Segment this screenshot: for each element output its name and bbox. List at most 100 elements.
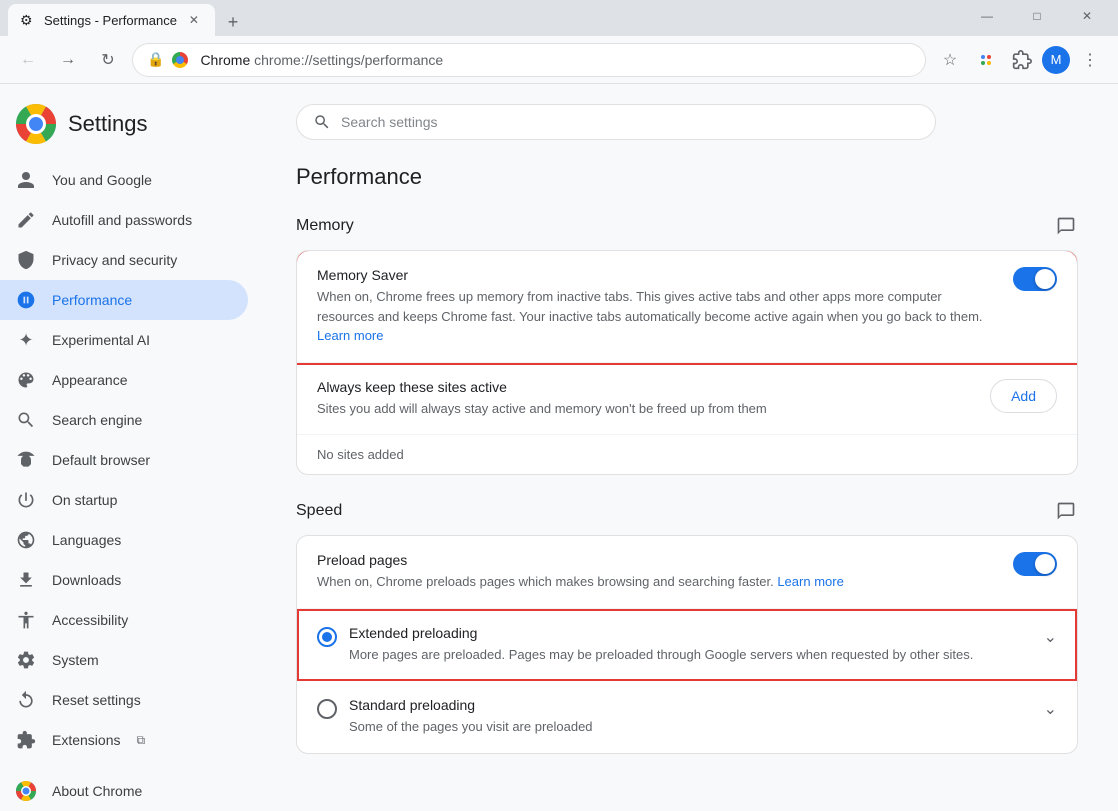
standard-preloading-radio[interactable] <box>317 699 337 719</box>
forward-button[interactable]: → <box>52 44 84 76</box>
menu-button[interactable]: ⋮ <box>1074 44 1106 76</box>
gauge-icon <box>16 290 36 310</box>
memory-saver-desc: When on, Chrome frees up memory from ina… <box>317 287 997 346</box>
sidebar-item-you-google[interactable]: You and Google <box>0 160 248 200</box>
memory-saver-learn-more[interactable]: Learn more <box>317 328 383 343</box>
profile-icon[interactable]: M <box>1042 46 1070 74</box>
sidebar-label-performance: Performance <box>52 292 132 308</box>
address-path: chrome://settings/performance <box>254 52 443 68</box>
maximize-button[interactable]: □ <box>1014 0 1060 32</box>
accessibility-icon <box>16 610 36 630</box>
extensions-button[interactable] <box>1006 44 1038 76</box>
sidebar-item-search[interactable]: Search engine <box>0 400 248 440</box>
reset-icon <box>16 690 36 710</box>
sidebar-item-default-browser[interactable]: Default browser <box>0 440 248 480</box>
sidebar-label-on-startup: On startup <box>52 492 117 508</box>
sidebar-item-performance[interactable]: Performance <box>0 280 248 320</box>
chrome-logo <box>16 104 56 144</box>
extended-preloading-desc: More pages are preloaded. Pages may be p… <box>349 645 1032 665</box>
search-icon <box>16 410 36 430</box>
sidebar-item-appearance[interactable]: Appearance <box>0 360 248 400</box>
memory-saver-title: Memory Saver <box>317 267 997 283</box>
search-bar[interactable]: Search settings <box>296 104 936 140</box>
google-apps-button[interactable] <box>970 44 1002 76</box>
sidebar-label-reset: Reset settings <box>52 692 141 708</box>
close-button[interactable]: ✕ <box>1064 0 1110 32</box>
sidebar-item-experimental[interactable]: ✦ Experimental AI <box>0 320 248 360</box>
sidebar-label-system: System <box>52 652 99 668</box>
standard-preloading-text: Standard preloading Some of the pages yo… <box>349 697 1032 737</box>
sidebar-item-system[interactable]: System <box>0 640 248 680</box>
reload-button[interactable]: ↻ <box>92 44 124 76</box>
sidebar-label-you-google: You and Google <box>52 172 152 188</box>
add-sites-button[interactable]: Add <box>990 379 1057 413</box>
address-origin: Chrome <box>200 52 250 68</box>
palette-icon <box>16 370 36 390</box>
lock-icon: 🔒 <box>147 51 164 68</box>
preload-learn-more[interactable]: Learn more <box>777 574 843 589</box>
active-tab[interactable]: ⚙ Settings - Performance ✕ <box>8 4 215 36</box>
chrome-icon-sidebar <box>16 781 36 801</box>
globe-icon <box>16 530 36 550</box>
preload-toggle[interactable] <box>1013 552 1057 576</box>
standard-chevron-icon[interactable]: ⌄ <box>1044 699 1057 719</box>
sidebar-item-on-startup[interactable]: On startup <box>0 480 248 520</box>
settings-header: Settings <box>0 92 256 160</box>
memory-saver-toggle[interactable] <box>1013 267 1057 291</box>
sidebar-item-about[interactable]: About Chrome <box>0 771 248 811</box>
speed-section: Speed Preload pages When on, Chrome prel… <box>296 499 1078 754</box>
sidebar-label-about: About Chrome <box>52 783 142 799</box>
tab-close-button[interactable]: ✕ <box>185 11 203 29</box>
sidebar-label-experimental: Experimental AI <box>52 332 150 348</box>
search-bar-icon <box>313 113 331 131</box>
back-button[interactable]: ← <box>12 44 44 76</box>
minimize-button[interactable]: — <box>964 0 1010 32</box>
content-area: Search settings Performance Memory Memor <box>256 84 1118 811</box>
sidebar-item-autofill[interactable]: Autofill and passwords <box>0 200 248 240</box>
sidebar: Settings You and Google Autofill and pas… <box>0 84 256 811</box>
chrome-logo-address <box>172 52 188 68</box>
sidebar-label-autofill: Autofill and passwords <box>52 212 192 228</box>
new-tab-button[interactable]: + <box>219 8 247 36</box>
sidebar-item-reset[interactable]: Reset settings <box>0 680 248 720</box>
tab-favicon: ⚙ <box>20 12 36 28</box>
sidebar-label-accessibility: Accessibility <box>52 612 128 628</box>
tab-title: Settings - Performance <box>44 13 177 28</box>
speed-section-title: Speed <box>296 502 342 520</box>
address-bar[interactable]: 🔒 Chrome chrome://settings/performance <box>132 43 926 77</box>
memory-section-header: Memory <box>296 214 1078 238</box>
sidebar-item-accessibility[interactable]: Accessibility <box>0 600 248 640</box>
memory-feedback-icon[interactable] <box>1054 214 1078 238</box>
speed-card: Preload pages When on, Chrome preloads p… <box>296 535 1078 754</box>
standard-preloading-title: Standard preloading <box>349 697 1032 713</box>
sidebar-item-extensions[interactable]: Extensions ⧉ <box>0 720 248 760</box>
extended-chevron-icon[interactable]: ⌄ <box>1044 627 1057 647</box>
address-text: Chrome chrome://settings/performance <box>200 52 911 68</box>
puzzle-icon <box>16 730 36 750</box>
memory-saver-item: Memory Saver When on, Chrome frees up me… <box>297 251 1077 363</box>
sparkle-icon: ✦ <box>16 330 36 350</box>
always-keep-title: Always keep these sites active <box>317 379 974 395</box>
window-controls: — □ ✕ <box>964 0 1110 32</box>
standard-preloading-desc: Some of the pages you visit are preloade… <box>349 717 1032 737</box>
sidebar-label-default-browser: Default browser <box>52 452 150 468</box>
sidebar-label-downloads: Downloads <box>52 572 121 588</box>
sidebar-label-privacy: Privacy and security <box>52 252 177 268</box>
bookmark-button[interactable]: ☆ <box>934 44 966 76</box>
sidebar-item-downloads[interactable]: Downloads <box>0 560 248 600</box>
extended-preloading-radio[interactable] <box>317 627 337 647</box>
sidebar-item-languages[interactable]: Languages <box>0 520 248 560</box>
sidebar-label-extensions: Extensions <box>52 732 120 748</box>
power-icon <box>16 490 36 510</box>
always-keep-item: Always keep these sites active Sites you… <box>297 363 1077 436</box>
preload-desc: When on, Chrome preloads pages which mak… <box>317 572 997 592</box>
speed-feedback-icon[interactable] <box>1054 499 1078 523</box>
browser-frame: ⚙ Settings - Performance ✕ + — □ ✕ ← → ↻… <box>0 0 1118 811</box>
download-icon <box>16 570 36 590</box>
extended-preloading-text: Extended preloading More pages are prelo… <box>349 625 1032 665</box>
person-icon <box>16 170 36 190</box>
preload-item: Preload pages When on, Chrome preloads p… <box>297 536 1077 609</box>
extended-preloading-item: Extended preloading More pages are prelo… <box>297 609 1077 682</box>
no-sites-text: No sites added <box>297 435 1077 474</box>
sidebar-item-privacy[interactable]: Privacy and security <box>0 240 248 280</box>
